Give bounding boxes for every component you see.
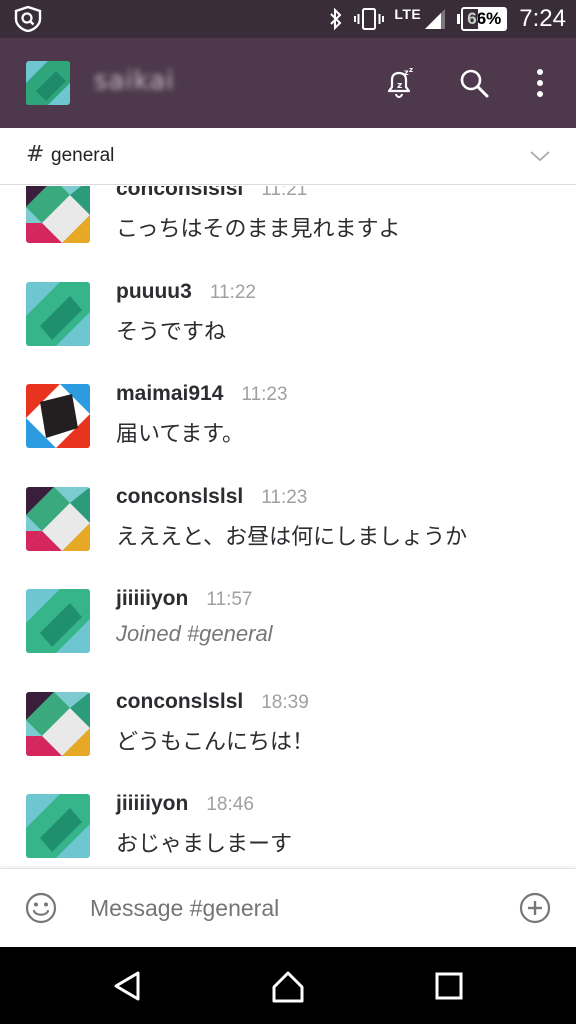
- snooze-button[interactable]: z z z: [381, 65, 417, 101]
- search-icon: [460, 69, 489, 98]
- message-header: conconslslsl 11:23: [116, 485, 307, 509]
- svg-text:z: z: [409, 67, 413, 74]
- join-notice: Joined #general: [116, 621, 273, 646]
- battery-tip: [457, 14, 461, 24]
- message-username[interactable]: conconslslsl: [116, 690, 243, 714]
- message-timestamp: 11:57: [206, 589, 253, 610]
- message-username[interactable]: puuuu3: [116, 280, 192, 304]
- user-avatar[interactable]: [26, 281, 90, 346]
- vibrate-icon: [354, 8, 385, 30]
- message-timestamp: 11:21: [261, 186, 308, 200]
- message-list[interactable]: conconslslsl 11:21 こっちはそのまま見れますよ puuuu3 11:2…: [0, 186, 576, 868]
- recents-icon[interactable]: [430, 967, 468, 1005]
- user-avatar[interactable]: [26, 589, 90, 653]
- add-attachment-icon[interactable]: [518, 891, 552, 925]
- system-nav-bar: [0, 947, 576, 1024]
- message-timestamp: 11:23: [241, 384, 288, 405]
- channel-hash-icon: #: [26, 142, 45, 167]
- message-timestamp: 18:39: [261, 691, 309, 713]
- message-username[interactable]: jiiiiiyon: [116, 792, 188, 816]
- message-username[interactable]: jiiiiiyon: [116, 587, 188, 611]
- team-name[interactable]: saikai: [94, 66, 174, 96]
- message-header: conconslslsl 11:21: [116, 186, 307, 201]
- message-item[interactable]: conconslslsl 11:21 こっちはそのまま見れますよ: [0, 186, 576, 263]
- user-avatar[interactable]: [26, 691, 90, 756]
- message-username[interactable]: maimai914: [116, 382, 223, 406]
- message-header: jiiiiiyon 11:57: [116, 587, 252, 611]
- message-header: puuuu3 11:22: [116, 280, 256, 304]
- home-icon[interactable]: [269, 967, 307, 1005]
- message-timestamp: 11:22: [209, 281, 256, 303]
- signal-icon: [425, 9, 446, 29]
- message-text: おじゃましまーす: [116, 832, 293, 857]
- user-avatar[interactable]: [26, 384, 90, 448]
- message-text: えええと、お昼は何にしましょうか: [116, 524, 468, 550]
- search-button[interactable]: [456, 65, 492, 101]
- message-item[interactable]: conconslslsl 18:39 どうもこんにちは！: [0, 680, 576, 776]
- message-text: そうですね: [116, 319, 227, 345]
- message-item[interactable]: puuuu3 11:22 そうですね: [0, 270, 576, 366]
- clock: 7:24: [519, 5, 566, 32]
- message-item[interactable]: conconslslsl 11:23 えええと、お昼は何にしましょうか: [0, 475, 576, 571]
- overflow-menu-button[interactable]: [522, 65, 558, 101]
- battery-body: 66%: [461, 7, 508, 31]
- team-logo-image: [26, 61, 70, 105]
- message-item[interactable]: jiiiiiyon 18:46 おじゃましまーす: [0, 782, 576, 868]
- message-item[interactable]: jiiiiiyon 11:57 Joined #general: [0, 577, 576, 673]
- app-bar: saikai z z z: [0, 38, 576, 128]
- battery-indicator: 66%: [457, 7, 508, 31]
- channel-name: general: [51, 145, 115, 166]
- svg-text:z: z: [397, 81, 402, 91]
- snooze-bell-icon: z z z: [387, 67, 413, 99]
- message-text: どうもこんにちは！: [116, 729, 315, 755]
- back-icon[interactable]: [108, 967, 146, 1005]
- user-avatar[interactable]: [26, 794, 90, 858]
- user-avatar[interactable]: [26, 186, 90, 243]
- message-username[interactable]: conconslslsl: [116, 485, 243, 509]
- message-text: 届いてます。: [116, 422, 245, 447]
- channel-header[interactable]: # general: [0, 128, 576, 185]
- chevron-down-icon[interactable]: [528, 144, 552, 168]
- emoji-icon[interactable]: [24, 891, 58, 925]
- user-avatar[interactable]: [26, 486, 90, 551]
- status-bar: LTE 66% 7:24: [0, 0, 576, 38]
- message-timestamp: 11:23: [261, 486, 308, 508]
- message-header: maimai914 11:23: [116, 382, 288, 406]
- team-logo[interactable]: [26, 61, 70, 105]
- message-header: jiiiiiyon 18:46: [116, 792, 254, 816]
- vpn-shield-icon: [14, 6, 42, 32]
- message-composer: [0, 868, 576, 947]
- message-username[interactable]: conconslslsl: [116, 186, 243, 201]
- bluetooth-icon: [330, 7, 342, 31]
- more-vertical-icon: [537, 69, 543, 97]
- message-timestamp: 18:46: [206, 794, 254, 815]
- message-item[interactable]: maimai914 11:23 届いてます。: [0, 372, 576, 468]
- message-input[interactable]: [90, 895, 490, 922]
- battery-percent: 66%: [467, 9, 502, 28]
- message-text: こっちはそのまま見れますよ: [116, 217, 401, 242]
- network-type-label: LTE: [394, 6, 422, 22]
- message-header: conconslslsl 18:39: [116, 690, 309, 714]
